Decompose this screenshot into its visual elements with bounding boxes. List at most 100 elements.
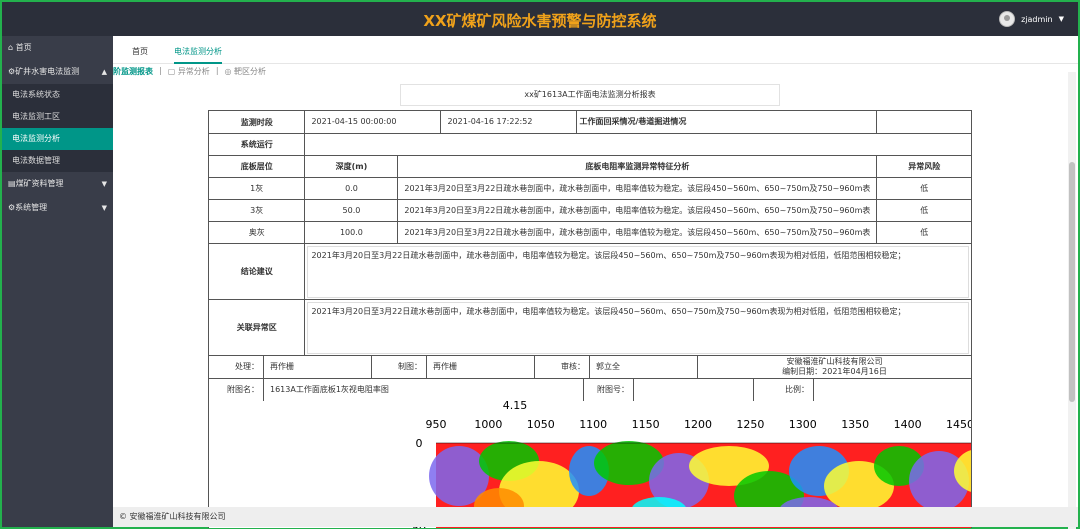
x-tick-label: 1200 [684, 418, 712, 431]
tab-home[interactable]: 首页 [132, 46, 148, 57]
chevron-up-icon: ▲ [101, 68, 107, 76]
scale-label: 比例： [754, 379, 814, 401]
company-name: 安徽福淮矿山科技有限公司 [786, 357, 883, 366]
row-risk: 低 [876, 199, 972, 222]
x-tick-label: 1000 [474, 418, 502, 431]
attach-name-value: 1613A工作面底板1灰视电阻率图 [264, 379, 584, 401]
sidebar-group-label: 系统管理 [15, 203, 48, 212]
x-tick-label: 1450 [946, 418, 971, 431]
anomaly-label: 关联异常区 [208, 299, 306, 356]
row-depth: 50.0 [304, 199, 399, 222]
scrollbar-thumb[interactable] [1069, 162, 1075, 402]
user-menu[interactable]: zjadmin ▼ [999, 11, 1064, 27]
sidebar-group-electric[interactable]: ⚙矿井水害电法监测 ▲ [2, 60, 113, 84]
subnav-target[interactable]: ◎ 靶区分析 [225, 66, 267, 77]
row-analysis: 2021年3月20日至3月22日疏水巷剖面中，疏水巷剖面中，电阻率值较为稳定。该… [397, 221, 878, 244]
sidebar-item-status[interactable]: 电法系统状态 [2, 84, 113, 106]
report-title: xx矿1613A工作面电法监测分析报表 [400, 84, 780, 106]
subnav-report[interactable]: 阶监测报表 [113, 66, 153, 77]
home-icon: ⌂ [8, 43, 14, 52]
scrollbar[interactable] [1068, 72, 1076, 529]
header-risk: 异常风险 [876, 155, 972, 178]
x-tick-label: 1400 [894, 418, 922, 431]
period-label: 监测时段 [208, 110, 306, 134]
conclusion-textarea[interactable]: 2021年3月20日至3月22日疏水巷剖面中，疏水巷剖面中，电阻率值较为稳定。该… [307, 245, 969, 298]
x-tick-label: 1300 [789, 418, 817, 431]
separator: | [159, 66, 162, 75]
attach-num-label: 附图号： [584, 379, 634, 401]
sign-row: 处理： 再作栅 制图： 再作栅 审核： 郭立全 安徽福淮矿山科技有限公司 编制日… [208, 355, 972, 379]
process-value: 再作栅 [264, 356, 372, 378]
end-time: 2021-04-16 17:22:52 [441, 111, 578, 133]
chart-title: 4.15 [503, 401, 528, 412]
subnav-target-label: 靶区分析 [234, 67, 267, 76]
sidebar-item-analysis[interactable]: 电法监测分析 [2, 128, 113, 150]
report-date: 编制日期：2021年04月16日 [782, 367, 887, 376]
draw-label: 制图： [372, 356, 427, 378]
x-tick-label: 1100 [579, 418, 607, 431]
separator: | [215, 66, 219, 75]
app-title: XX矿煤矿风险水害预警与防控系统 [423, 12, 657, 30]
system-value [304, 133, 972, 156]
sidebar-group-coal-data[interactable]: ▤煤矿资料管理 ▼ [2, 172, 113, 196]
row-layer: 1灰 [208, 177, 306, 200]
row-layer: 奥灰 [208, 221, 306, 244]
x-tick-label: 1150 [632, 418, 660, 431]
header-analysis: 底板电阻率监测异常特征分析 [397, 155, 878, 178]
sidebar-item-data[interactable]: 电法数据管理 [2, 150, 113, 172]
table-row: 奥灰 100.0 2021年3月20日至3月22日疏水巷剖面中，疏水巷剖面中，电… [208, 221, 972, 244]
process-label: 处理： [210, 356, 264, 378]
tab-bar: 首页 电法监测分析 [113, 36, 1078, 64]
sidebar-group-system[interactable]: ⚙系统管理 ▼ [2, 196, 113, 220]
sidebar-item-work-area[interactable]: 电法监测工区 [2, 106, 113, 128]
situation-value [876, 110, 972, 134]
report-table: 监测时段 2021-04-15 00:00:00 2021-04-16 17:2… [208, 110, 972, 402]
header-depth: 深度(m) [304, 155, 399, 178]
x-tick-label: 950 [426, 418, 447, 431]
subnav-anomaly[interactable]: ▢ 异常分析 [168, 66, 210, 77]
conclusion-cell: 2021年3月20日至3月22日疏水巷剖面中，疏水巷剖面中，电阻率值较为稳定。该… [304, 243, 972, 300]
document-icon: ▤ [8, 179, 16, 188]
chevron-down-icon: ▼ [101, 204, 107, 212]
sub-navigation: 阶监测报表 | ▢ 异常分析 | ◎ 靶区分析 [113, 66, 266, 77]
attach-name-label: 附图名： [210, 379, 264, 401]
draw-value: 再作栅 [427, 356, 535, 378]
period-values: 2021-04-15 00:00:00 2021-04-16 17:22:52 … [304, 110, 878, 134]
sidebar-item-label: 首页 [15, 43, 32, 52]
x-tick-label: 1250 [736, 418, 764, 431]
row-depth: 100.0 [304, 221, 399, 244]
row-risk: 低 [876, 177, 972, 200]
row-layer: 3灰 [208, 199, 306, 222]
footer: © 安徽福淮矿山科技有限公司 [113, 507, 1078, 527]
situation-label: 工作面回采情况/巷道掘进情况 [579, 117, 687, 126]
anomaly-cell: 2021年3月20日至3月22日疏水巷剖面中，疏水巷剖面中，电阻率值较为稳定。该… [304, 299, 972, 356]
subnav-anomaly-label: 异常分析 [177, 67, 210, 76]
chevron-down-icon[interactable]: ▼ [1059, 15, 1064, 23]
system-label: 系统运行 [208, 133, 306, 156]
row-risk: 低 [876, 221, 972, 244]
review-label: 审核： [535, 356, 590, 378]
sidebar-item-home[interactable]: ⌂ 首页 [2, 36, 113, 60]
x-tick-label: 1050 [527, 418, 555, 431]
y-tick-label: 0 [416, 437, 423, 450]
sidebar: ⌂ 首页 ⚙矿井水害电法监测 ▲ 电法系统状态 电法监测工区 电法监测分析 电法数… [2, 36, 113, 527]
anomaly-textarea[interactable]: 2021年3月20日至3月22日疏水巷剖面中，疏水巷剖面中，电阻率值较为稳定。该… [307, 301, 969, 354]
tab-analysis[interactable]: 电法监测分析 [174, 46, 222, 64]
table-row: 3灰 50.0 2021年3月20日至3月22日疏水巷剖面中，疏水巷剖面中，电阻… [208, 199, 972, 222]
table-row: 1灰 0.0 2021年3月20日至3月22日疏水巷剖面中，疏水巷剖面中，电阻率… [208, 177, 972, 200]
top-bar: XX矿煤矿风险水害预警与防控系统 zjadmin ▼ [2, 2, 1078, 36]
sidebar-group-label: 矿井水害电法监测 [15, 67, 80, 76]
user-name[interactable]: zjadmin [1021, 15, 1053, 24]
row-analysis: 2021年3月20日至3月22日疏水巷剖面中，疏水巷剖面中，电阻率值较为稳定。该… [397, 177, 878, 200]
avatar[interactable] [999, 11, 1016, 27]
sidebar-group-label: 煤矿资料管理 [15, 179, 64, 188]
x-tick-label: 1350 [841, 418, 869, 431]
start-time: 2021-04-15 00:00:00 [306, 111, 442, 133]
row-analysis: 2021年3月20日至3月22日疏水巷剖面中，疏水巷剖面中，电阻率值较为稳定。该… [397, 199, 878, 222]
main-content: 首页 电法监测分析 阶监测报表 | ▢ 异常分析 | ◎ 靶区分析 xx矿1613A… [113, 36, 1078, 529]
chevron-down-icon: ▼ [101, 180, 107, 188]
scale-value [814, 380, 971, 401]
attach-row: 附图名： 1613A工作面底板1灰视电阻率图 附图号： 比例： [208, 378, 972, 402]
row-depth: 0.0 [304, 177, 399, 200]
conclusion-label: 结论建议 [208, 243, 306, 300]
